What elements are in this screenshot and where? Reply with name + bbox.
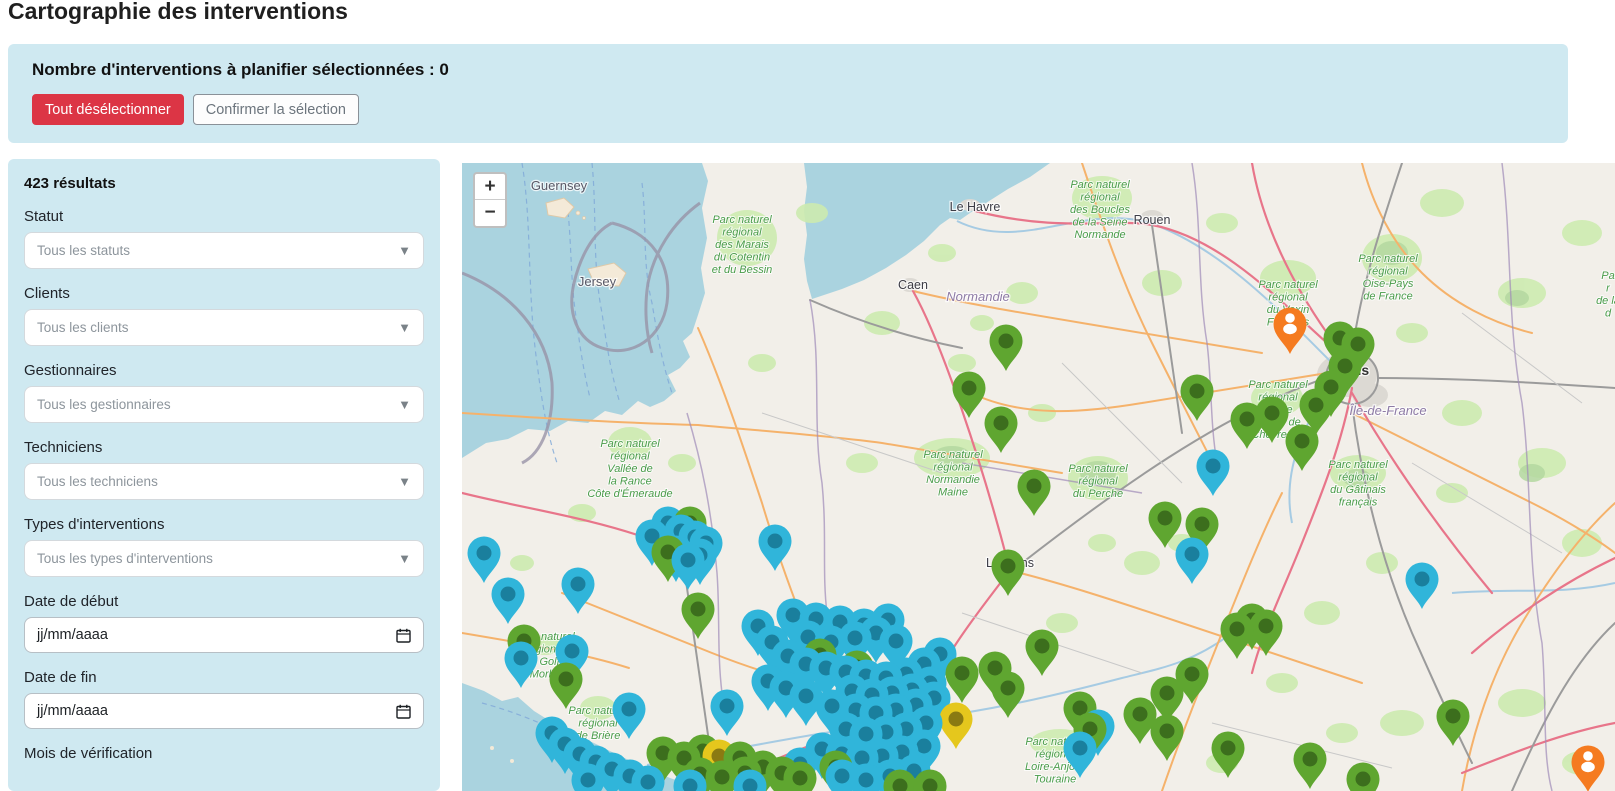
filter-placeholder-gestionnaires: Tous les gestionnaires: [37, 397, 171, 412]
zoom-out-button[interactable]: −: [475, 200, 505, 226]
date-start-label: Date de début: [24, 593, 119, 610]
chevron-down-icon: ▼: [398, 474, 411, 489]
date-end-input[interactable]: jj/mm/aaaa: [24, 693, 424, 729]
map-zoom-control: + −: [473, 172, 507, 228]
filter-placeholder-clients: Tous les clients: [37, 320, 129, 335]
map-park-label: Parc naturel régional Oise-Pays de France: [1358, 253, 1418, 303]
selection-count-text: Nombre d'interventions à planifier sélec…: [32, 60, 449, 79]
filter-select-statut[interactable]: Tous les statuts ▼: [24, 232, 424, 269]
chevron-down-icon: ▼: [398, 551, 411, 566]
map-place-label: Jersey: [578, 274, 617, 289]
filter-label-types: Types d'interventions: [24, 516, 165, 533]
map-place-label: Caen: [898, 278, 928, 292]
map-place-label: Normandie: [946, 289, 1010, 304]
map-canvas[interactable]: GuernseyJerseyLe HavreRouenCaenLe MansPa…: [462, 163, 1615, 791]
app-root: Cartographie des interventions Nombre d'…: [0, 0, 1615, 791]
filters-sidebar: 423 résultats Statut Tous les statuts ▼ …: [8, 159, 440, 791]
calendar-icon[interactable]: [396, 704, 411, 719]
chevron-down-icon: ▼: [398, 243, 411, 258]
map-park-label: Parc naturel régional des Marais du Cotenti…: [712, 214, 773, 276]
filter-label-techniciens: Techniciens: [24, 439, 103, 456]
verification-month-label: Mois de vérification: [24, 745, 153, 762]
map-place-label: Guernsey: [531, 178, 588, 193]
filter-label-gestionnaires: Gestionnaires: [24, 362, 117, 379]
filter-label-statut: Statut: [24, 208, 64, 225]
chevron-down-icon: ▼: [398, 320, 411, 335]
deselect-all-button[interactable]: Tout désélectionner: [32, 94, 184, 125]
map-place-label: Le Havre: [950, 200, 1001, 214]
date-end-label: Date de fin: [24, 669, 97, 686]
filter-select-techniciens[interactable]: Tous les techniciens ▼: [24, 463, 424, 500]
filter-select-clients[interactable]: Tous les clients ▼: [24, 309, 424, 346]
interventions-map[interactable]: + − Guernsey Jersey Le Havre Rouen Caen …: [462, 163, 1615, 791]
chevron-down-icon: ▼: [398, 397, 411, 412]
filter-select-gestionnaires[interactable]: Tous les gestionnaires ▼: [24, 386, 424, 423]
confirm-selection-button[interactable]: Confirmer la sélection: [192, 94, 359, 125]
date-start-input[interactable]: jj/mm/aaaa: [24, 617, 424, 653]
banner-buttons: Tout désélectionner Confirmer la sélecti…: [32, 94, 1544, 125]
map-place-label: Île-de-France: [1349, 403, 1426, 418]
page-title: Cartographie des interventions: [8, 0, 348, 24]
zoom-in-button[interactable]: +: [475, 174, 505, 200]
filter-label-clients: Clients: [24, 285, 70, 302]
filter-placeholder-techniciens: Tous les techniciens: [37, 474, 158, 489]
selection-banner: Nombre d'interventions à planifier sélec…: [8, 44, 1568, 143]
calendar-icon[interactable]: [396, 628, 411, 643]
filter-select-types[interactable]: Tous les types d'interventions ▼: [24, 540, 424, 577]
map-place-label: Rouen: [1134, 213, 1171, 227]
filter-placeholder-types: Tous les types d'interventions: [37, 551, 213, 566]
filter-placeholder-statut: Tous les statuts: [37, 243, 131, 258]
date-end-value: jj/mm/aaaa: [37, 703, 108, 719]
map-park-label: Parc naturel régional des Boucles de la Sei…: [1070, 179, 1130, 241]
results-count: 423 résultats: [24, 175, 116, 192]
date-start-value: jj/mm/aaaa: [37, 627, 108, 643]
